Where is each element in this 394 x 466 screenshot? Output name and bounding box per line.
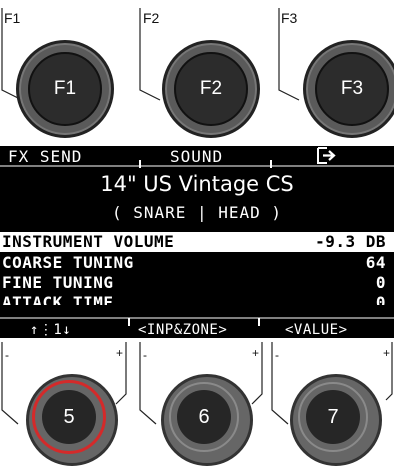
param-name: COARSE TUNING [2, 253, 134, 272]
knob-7-label: 7 [306, 390, 360, 444]
display-screen: FX SEND SOUND 14" US Vintage CS ( SNARE … [0, 146, 394, 338]
knob-7[interactable]: 7 [290, 374, 382, 466]
knob-5-minus: - [5, 348, 9, 362]
f2-button[interactable]: F2 [162, 40, 260, 138]
param-value: 0 [375, 273, 386, 292]
knob-5-label: 5 [42, 390, 96, 444]
param-value: -9.3 DB [315, 232, 386, 251]
tab-separators [0, 160, 394, 168]
nav-scroll-indicator: ↑⋮1↓ [30, 322, 72, 338]
instrument-subtitle: ( SNARE | HEAD ) [111, 203, 283, 222]
knob-5-plus: + [116, 346, 124, 360]
value-label: <VALUE> [285, 322, 348, 338]
param-name: FINE TUNING [2, 273, 114, 292]
param-name: INSTRUMENT VOLUME [2, 232, 175, 251]
f1-button[interactable]: F1 [16, 40, 114, 138]
knob-6-minus: - [143, 348, 147, 362]
knob-7-minus: - [275, 348, 279, 362]
knob-6-plus: + [252, 346, 260, 360]
instrument-title: 14" US Vintage CS [100, 172, 294, 196]
f1-button-cap: F1 [28, 52, 102, 126]
knob-7-plus: + [383, 346, 391, 360]
f3-button[interactable]: F3 [303, 40, 394, 138]
param-row-fine-tuning[interactable]: FINE TUNING 0 [0, 273, 394, 293]
knob-6[interactable]: 6 [161, 374, 253, 466]
param-row-coarse-tuning[interactable]: COARSE TUNING 64 [0, 253, 394, 273]
knob-6-label: 6 [177, 390, 231, 444]
f2-button-cap: F2 [174, 52, 248, 126]
knob-5[interactable]: 5 [26, 374, 118, 466]
f3-button-cap: F3 [315, 52, 389, 126]
param-row-instrument-volume[interactable]: INSTRUMENT VOLUME -9.3 DB [0, 232, 394, 252]
inp-zone-label: <INP&ZONE> [138, 322, 228, 338]
param-value: 64 [365, 253, 386, 272]
